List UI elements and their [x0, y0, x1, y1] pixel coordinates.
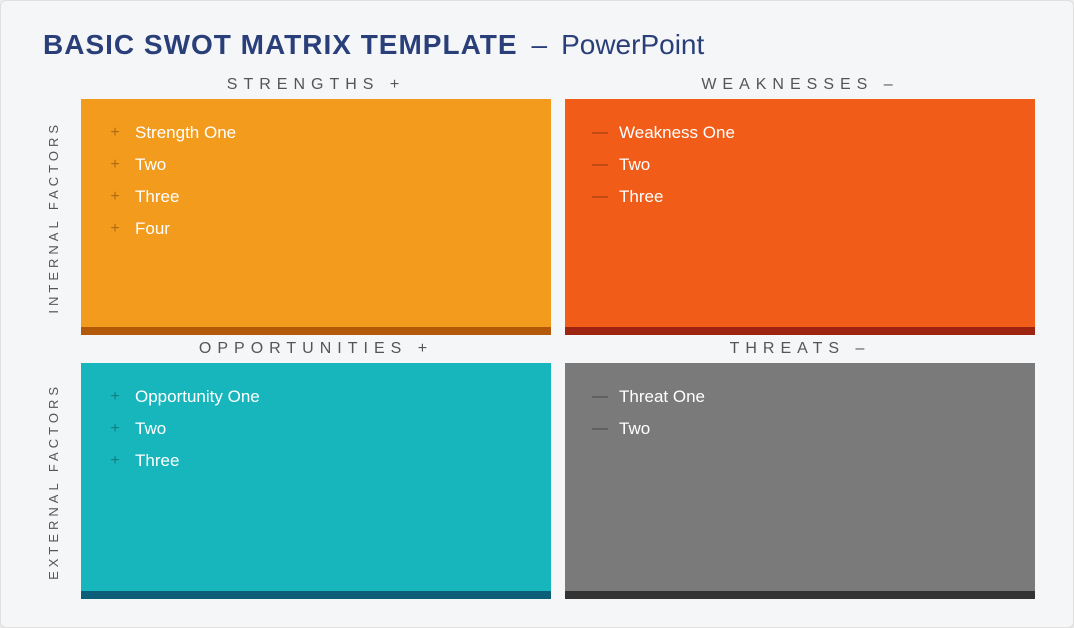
quad-weaknesses: — Weakness One — Two — Three	[565, 99, 1035, 335]
item-text: Three	[135, 451, 179, 471]
header-threats: THREATS –	[565, 340, 1035, 358]
rowlabel-internal: INTERNAL FACTORS	[46, 121, 61, 314]
minus-icon: —	[591, 156, 607, 174]
quad-opportunities: + Opportunity One + Two + Three	[81, 363, 551, 599]
swot-matrix: STRENGTHS + WEAKNESSES – INTERNAL FACTOR…	[39, 71, 1035, 599]
minus-icon: —	[591, 188, 607, 206]
list-item: + Two	[107, 155, 525, 175]
plus-icon: +	[107, 188, 123, 206]
item-text: Strength One	[135, 123, 236, 143]
header-strengths: STRENGTHS +	[81, 76, 551, 94]
list-item: + Four	[107, 219, 525, 239]
quad-threats: — Threat One — Two	[565, 363, 1035, 599]
spacer	[39, 335, 67, 363]
list-item: — Threat One	[591, 387, 1009, 407]
item-text: Weakness One	[619, 123, 735, 143]
rowlabel-external: EXTERNAL FACTORS	[46, 383, 61, 580]
list-item: + Two	[107, 419, 525, 439]
item-text: Threat One	[619, 387, 705, 407]
item-text: Three	[135, 187, 179, 207]
title-bold-part: BASIC SWOT MATRIX TEMPLATE	[43, 29, 518, 61]
header-opportunities: OPPORTUNITIES +	[81, 340, 551, 358]
list-item: — Weakness One	[591, 123, 1009, 143]
plus-icon: +	[107, 452, 123, 470]
plus-icon: +	[107, 388, 123, 406]
list-item: + Opportunity One	[107, 387, 525, 407]
header-weaknesses: WEAKNESSES –	[565, 76, 1035, 94]
minus-icon: —	[591, 124, 607, 142]
slide-title: BASIC SWOT MATRIX TEMPLATE – PowerPoint	[39, 29, 1035, 61]
list-item: + Strength One	[107, 123, 525, 143]
plus-icon: +	[107, 420, 123, 438]
item-text: Four	[135, 219, 170, 239]
title-dash: –	[532, 29, 548, 61]
item-text: Three	[619, 187, 663, 207]
slide-container: BASIC SWOT MATRIX TEMPLATE – PowerPoint …	[0, 0, 1074, 628]
quad-strengths: + Strength One + Two + Three + Four	[81, 99, 551, 335]
item-text: Two	[135, 155, 166, 175]
minus-icon: —	[591, 420, 607, 438]
list-item: — Two	[591, 155, 1009, 175]
plus-icon: +	[107, 124, 123, 142]
list-item: + Three	[107, 187, 525, 207]
list-item: — Three	[591, 187, 1009, 207]
item-text: Two	[619, 155, 650, 175]
title-app-name: PowerPoint	[561, 29, 704, 61]
item-text: Opportunity One	[135, 387, 260, 407]
spacer	[39, 71, 67, 99]
minus-icon: —	[591, 388, 607, 406]
item-text: Two	[135, 419, 166, 439]
list-item: + Three	[107, 451, 525, 471]
plus-icon: +	[107, 220, 123, 238]
list-item: — Two	[591, 419, 1009, 439]
item-text: Two	[619, 419, 650, 439]
plus-icon: +	[107, 156, 123, 174]
